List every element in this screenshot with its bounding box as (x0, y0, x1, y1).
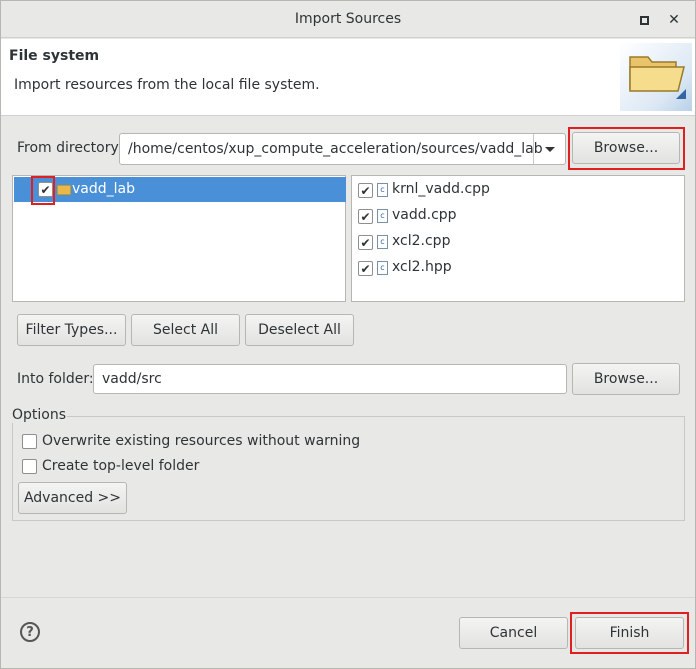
import-sources-dialog: Import Sources ✕ File system Import reso… (0, 0, 696, 669)
from-directory-value[interactable]: /home/centos/xup_compute_acceleration/so… (128, 141, 543, 157)
highlight-box-browse (568, 127, 685, 170)
highlight-box-checkbox (31, 176, 55, 205)
from-directory-combo[interactable]: /home/centos/xup_compute_acceleration/so… (119, 133, 566, 165)
folder-open-icon (57, 185, 71, 195)
c-source-file-icon: c (377, 235, 388, 249)
c-source-file-icon: c (377, 183, 388, 197)
create-top-level-label[interactable]: Create top-level folder (42, 458, 199, 474)
into-folder-value[interactable]: vadd/src (102, 371, 162, 387)
help-icon[interactable]: ? (20, 622, 40, 642)
maximize-icon[interactable] (636, 12, 652, 28)
file-name: vadd.cpp (392, 207, 457, 223)
close-icon[interactable]: ✕ (666, 12, 682, 28)
folder-tree-panel[interactable]: vadd_lab (12, 175, 346, 302)
file-checkbox[interactable] (358, 261, 373, 276)
options-group-title: Options (11, 407, 68, 423)
c-source-file-icon: c (377, 209, 388, 223)
chevron-down-icon[interactable] (533, 134, 565, 164)
select-all-button[interactable]: Select All (131, 314, 240, 346)
overwrite-label[interactable]: Overwrite existing resources without war… (42, 433, 360, 449)
highlight-box-finish (570, 612, 689, 654)
footer-divider (1, 597, 695, 598)
file-name: xcl2.hpp (392, 259, 452, 275)
window-title: Import Sources (294, 11, 402, 27)
file-checkbox[interactable] (358, 183, 373, 198)
into-folder-input[interactable]: vadd/src (93, 364, 567, 394)
wizard-header: File system Import resources from the lo… (1, 39, 695, 116)
create-top-level-checkbox[interactable] (22, 459, 37, 474)
file-list-panel[interactable]: c krnl_vadd.cpp c vadd.cpp c xcl2.cpp c … (351, 175, 685, 302)
into-folder-label: Into folder: (17, 371, 94, 387)
into-folder-browse-button[interactable]: Browse... (572, 363, 680, 395)
folder-banner-icon (620, 43, 692, 111)
c-source-file-icon: c (377, 261, 388, 275)
file-name: xcl2.cpp (392, 233, 451, 249)
tree-item-label: vadd_lab (72, 181, 135, 197)
from-directory-label: From directory: (17, 140, 123, 156)
deselect-all-button[interactable]: Deselect All (245, 314, 354, 346)
page-description: Import resources from the local file sys… (14, 77, 320, 93)
overwrite-checkbox[interactable] (22, 434, 37, 449)
file-checkbox[interactable] (358, 209, 373, 224)
file-name: krnl_vadd.cpp (392, 181, 490, 197)
page-title: File system (9, 48, 100, 64)
cancel-button[interactable]: Cancel (459, 617, 568, 649)
advanced-button[interactable]: Advanced >> (18, 482, 127, 514)
file-checkbox[interactable] (358, 235, 373, 250)
tree-row-vadd-lab[interactable]: vadd_lab (14, 177, 346, 202)
filter-types-button[interactable]: Filter Types... (17, 314, 126, 346)
title-bar[interactable]: Import Sources ✕ (1, 1, 695, 38)
